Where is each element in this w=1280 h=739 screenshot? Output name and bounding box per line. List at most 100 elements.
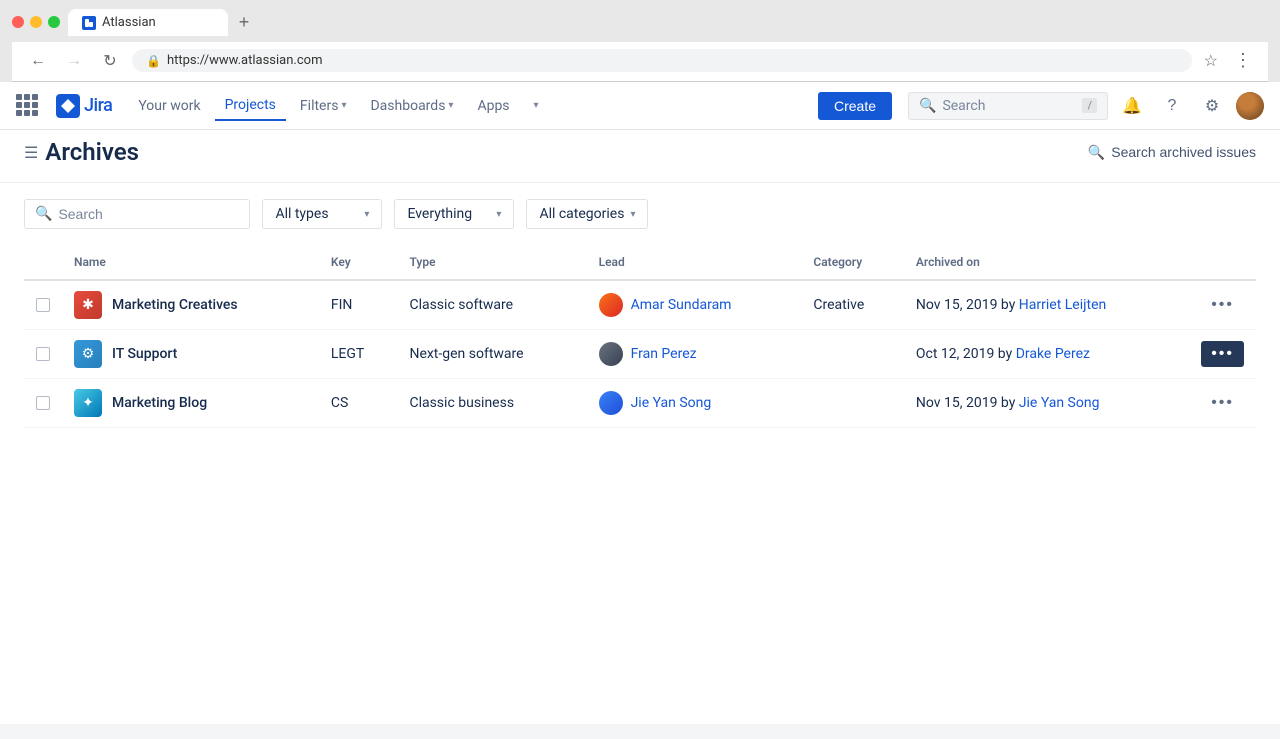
lock-icon: 🔒 [146, 54, 161, 68]
app-wrapper: Jira Your work Projects Filters ▾ Dashbo… [0, 82, 1280, 724]
project-name: IT Support [112, 346, 177, 362]
nav-projects[interactable]: Projects [215, 91, 286, 121]
lead-avatar [599, 391, 623, 415]
row-lead-cell: Jie Yan Song [587, 379, 802, 428]
new-tab-button[interactable]: + [230, 8, 258, 36]
user-avatar[interactable] [1236, 92, 1264, 120]
row-archived-on-cell: Nov 15, 2019 by Harriet Leijten ••• [904, 280, 1256, 330]
project-name-wrapper: ⚙ IT Support [74, 340, 307, 368]
minimize-button[interactable] [30, 16, 42, 28]
close-button[interactable] [12, 16, 24, 28]
tab-title: Atlassian [102, 15, 156, 30]
archived-date: Nov 15, 2019 by Jie Yan Song [916, 395, 1100, 411]
archived-date: Oct 12, 2019 by Drake Perez [916, 346, 1090, 362]
category-filter[interactable]: All categories ▾ [526, 199, 648, 229]
settings-button[interactable]: ⚙ [1196, 90, 1228, 122]
archived-on-wrapper: Oct 12, 2019 by Drake Perez ••• [916, 341, 1244, 367]
nav-dashboards[interactable]: Dashboards ▾ [360, 92, 463, 120]
more-options-button[interactable]: ••• [1201, 291, 1244, 319]
nav-apps[interactable]: Apps [467, 92, 519, 120]
table-body: ✱ Marketing Creatives FIN Classic softwa… [24, 280, 1256, 428]
sidebar-toggle-icon[interactable]: ☰ [24, 143, 38, 162]
url-bar[interactable]: 🔒 https://www.atlassian.com [132, 49, 1192, 72]
lead-link[interactable]: Fran Perez [631, 346, 697, 362]
th-category: Category [801, 245, 904, 280]
category-filter-label: All categories [539, 206, 624, 222]
row-name-cell: ⚙ IT Support [62, 330, 319, 379]
nav-links: Your work Projects Filters ▾ Dashboards … [128, 91, 802, 121]
row-archived-on-cell: Nov 15, 2019 by Jie Yan Song ••• [904, 379, 1256, 428]
search-archived-button[interactable]: 🔍 Search archived issues [1088, 144, 1256, 161]
th-checkbox [24, 245, 62, 280]
search-filter-icon: 🔍 [35, 206, 52, 222]
nav-apps-chevron: ▾ [524, 94, 549, 117]
archived-by-link[interactable]: Jie Yan Song [1019, 395, 1100, 411]
row-checkbox[interactable] [36, 347, 50, 361]
table-row: ✦ Marketing Blog CS Classic business Jie… [24, 379, 1256, 428]
search-archived-label: Search archived issues [1111, 144, 1256, 160]
nav-filters[interactable]: Filters ▾ [290, 92, 357, 120]
archives-wrapper: ☰ Archives 🔍 Search archived issues 🔍 Al… [0, 130, 1280, 724]
lead-wrapper: Jie Yan Song [599, 391, 790, 415]
notifications-button[interactable]: 🔔 [1116, 90, 1148, 122]
forward-button[interactable]: → [60, 47, 88, 75]
apps-grid-icon[interactable] [16, 94, 40, 118]
lead-avatar [599, 293, 623, 317]
project-name-wrapper: ✦ Marketing Blog [74, 389, 307, 417]
lead-link[interactable]: Jie Yan Song [631, 395, 712, 411]
lead-link[interactable]: Amar Sundaram [631, 297, 732, 313]
type-filter[interactable]: All types ▾ [262, 199, 382, 229]
row-type-cell: Classic software [397, 280, 586, 330]
archived-by-link[interactable]: Drake Perez [1016, 346, 1090, 362]
chevron-down-icon: ▾ [630, 209, 635, 220]
row-category-cell [801, 379, 904, 428]
lead-wrapper: Fran Perez [599, 342, 790, 366]
help-button[interactable]: ? [1156, 90, 1188, 122]
archived-by-link[interactable]: Harriet Leijten [1019, 297, 1106, 313]
table-wrapper: Name Key Type Lead Category Archived on … [0, 245, 1280, 428]
search-filter-input[interactable] [58, 206, 239, 222]
table-row: ⚙ IT Support LEGT Next-gen software Fran… [24, 330, 1256, 379]
tab-bar: Atlassian + [68, 8, 258, 36]
row-checkbox-cell [24, 379, 62, 428]
row-key-cell: FIN [319, 280, 398, 330]
table-row: ✱ Marketing Creatives FIN Classic softwa… [24, 280, 1256, 330]
more-options-button[interactable]: ••• [1201, 341, 1244, 367]
bookmark-button[interactable]: ☆ [1200, 47, 1222, 75]
lead-wrapper: Amar Sundaram [599, 293, 790, 317]
maximize-button[interactable] [48, 16, 60, 28]
jira-logo-icon [56, 94, 80, 118]
jira-logo[interactable]: Jira [56, 94, 112, 118]
titlebar: Atlassian + [12, 8, 1268, 36]
row-type-cell: Classic business [397, 379, 586, 428]
archives-title: Archives [45, 138, 1088, 166]
back-button[interactable]: ← [24, 47, 52, 75]
nav-your-work[interactable]: Your work [128, 92, 210, 120]
search-box[interactable]: 🔍 Search / [908, 92, 1108, 120]
search-shortcut: / [1082, 98, 1097, 113]
archived-date: Nov 15, 2019 by Harriet Leijten [916, 297, 1106, 313]
active-tab[interactable]: Atlassian [68, 9, 228, 36]
everything-filter[interactable]: Everything ▾ [394, 199, 514, 229]
row-name-cell: ✱ Marketing Creatives [62, 280, 319, 330]
nav-right: 🔍 Search / 🔔 ? ⚙ [908, 90, 1264, 122]
row-lead-cell: Amar Sundaram [587, 280, 802, 330]
chevron-down-icon: ▾ [341, 100, 346, 111]
row-checkbox[interactable] [36, 298, 50, 312]
row-category-cell: Creative [801, 280, 904, 330]
row-checkbox-cell [24, 330, 62, 379]
browser-chrome: Atlassian + ← → ↻ 🔒 https://www.atlassia… [0, 0, 1280, 82]
create-button[interactable]: Create [818, 92, 892, 120]
search-icon: 🔍 [919, 98, 936, 114]
archived-on-wrapper: Nov 15, 2019 by Harriet Leijten ••• [916, 291, 1244, 319]
chevron-down-icon: ▾ [448, 100, 453, 111]
row-checkbox[interactable] [36, 396, 50, 410]
type-filter-label: All types [275, 206, 328, 222]
search-filter[interactable]: 🔍 [24, 199, 250, 229]
th-key: Key [319, 245, 398, 280]
browser-menu-button[interactable]: ⋮ [1230, 46, 1256, 75]
everything-filter-label: Everything [407, 206, 472, 222]
more-options-button[interactable]: ••• [1201, 389, 1244, 417]
refresh-button[interactable]: ↻ [96, 47, 124, 75]
traffic-lights [12, 16, 60, 28]
